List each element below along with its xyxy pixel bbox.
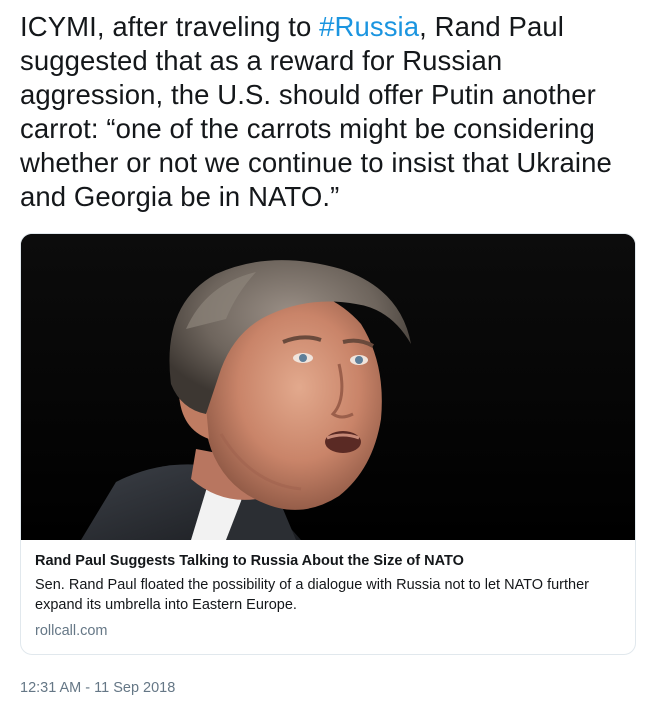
tweet-text: ICYMI, after traveling to #Russia, Rand … [20,10,636,214]
card-title[interactable]: Rand Paul Suggests Talking to Russia Abo… [35,551,623,571]
card-body: Rand Paul Suggests Talking to Russia Abo… [21,540,635,641]
card-image [21,234,635,540]
card-domain: rollcall.com [35,623,108,639]
tweet-text-intro: ICYMI, after traveling to [20,11,320,42]
hashtag-link[interactable]: #Russia [319,11,419,42]
link-preview-card[interactable]: Rand Paul Suggests Talking to Russia Abo… [20,233,636,655]
tweet-body: ICYMI, after traveling to #Russia, Rand … [20,10,636,214]
tweet-timestamp[interactable]: 12:31 AM - 11 Sep 2018 [20,678,175,698]
portrait-photo-icon [21,234,635,540]
card-description: Sen. Rand Paul floated the possibility o… [35,577,589,613]
